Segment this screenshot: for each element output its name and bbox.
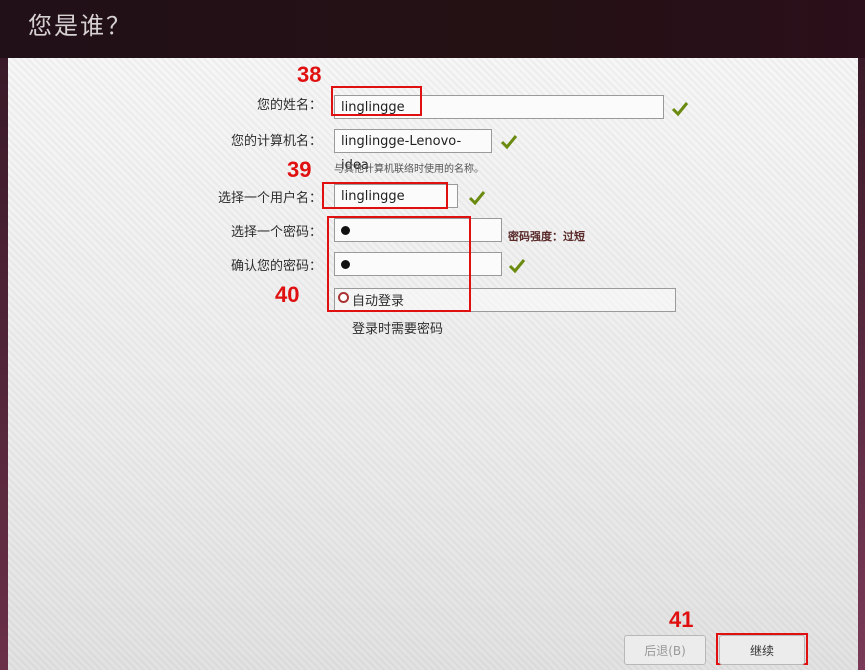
password-label: 选择一个密码：: [230, 225, 322, 240]
computer-name-input[interactable]: linglingge-Lenovo-idea: [334, 129, 492, 173]
computer-name-label: 您的计算机名：: [230, 134, 322, 149]
page-title: 您是谁？: [28, 12, 132, 40]
name-label: 您的姓名：: [256, 98, 322, 113]
continue-button[interactable]: 继续: [719, 635, 805, 665]
annotation-box-38: [331, 86, 422, 116]
password-strength: 密码强度：过短: [508, 230, 585, 243]
name-valid-check-icon: [671, 102, 689, 117]
annotation-number-39: 39: [287, 157, 312, 182]
annotation-box-40: [327, 216, 471, 312]
annotation-box-39: [322, 182, 448, 209]
computer-name-hint: 与其他计算机联络时使用的名称。: [334, 164, 484, 175]
annotation-number-41: 41: [669, 607, 694, 632]
back-button[interactable]: 后退(B): [624, 635, 706, 665]
window-header: 您是谁？: [0, 0, 865, 58]
username-valid-check-icon: [468, 191, 486, 206]
confirm-password-label: 确认您的密码：: [230, 259, 322, 274]
desktop-background-left: [0, 58, 8, 670]
computer-name-valid-check-icon: [500, 135, 518, 150]
username-label: 选择一个用户名：: [217, 191, 322, 206]
confirm-valid-check-icon: [508, 259, 526, 274]
annotation-number-38: 38: [297, 62, 322, 87]
annotation-number-40: 40: [275, 282, 300, 307]
desktop-background-right: [858, 58, 865, 670]
require-password-label[interactable]: 登录时需要密码: [352, 318, 443, 337]
